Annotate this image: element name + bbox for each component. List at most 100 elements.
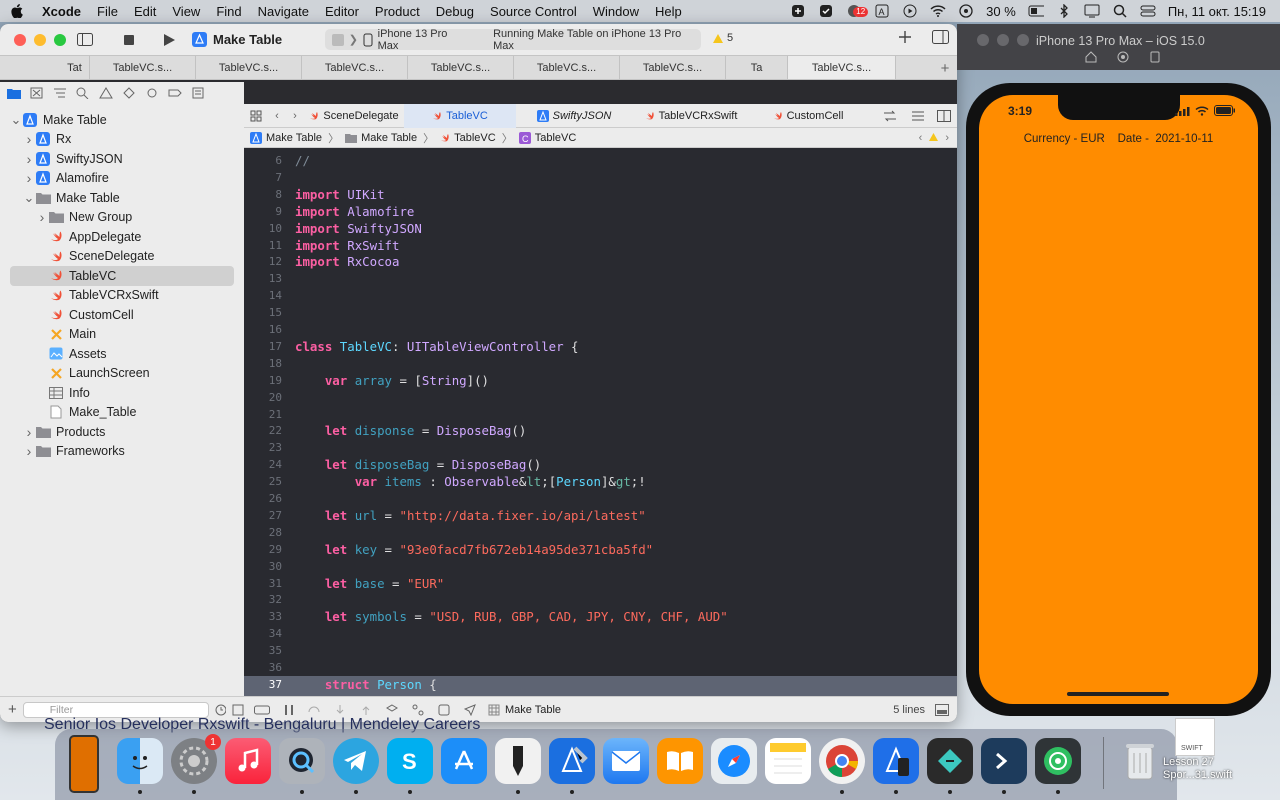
- code-line[interactable]: 13: [244, 270, 957, 287]
- disclosure-expanded-icon[interactable]: ⌄: [10, 112, 22, 128]
- navigator-item-make-table-group[interactable]: ⌄ Make Table: [0, 188, 236, 208]
- navigator-item-launch-screen-file[interactable]: LaunchScreen: [0, 364, 236, 384]
- terminal-app-icon[interactable]: [981, 738, 1027, 784]
- menu-file[interactable]: File: [89, 4, 126, 19]
- code-line[interactable]: 18: [244, 355, 957, 372]
- close-window-button[interactable]: [14, 33, 26, 46]
- git-client-icon[interactable]: [927, 738, 973, 784]
- disclosure-collapsed-icon[interactable]: ›: [23, 151, 35, 167]
- system-preferences-icon[interactable]: 1: [171, 734, 221, 784]
- report-navigator-icon[interactable]: [191, 87, 205, 99]
- bluetooth-icon[interactable]: [1056, 3, 1072, 19]
- chrome-icon[interactable]: [819, 738, 865, 784]
- add-tab-icon[interactable]: +: [933, 56, 957, 80]
- code-line[interactable]: 29 let key = "93e0facd7fb672eb14a95de371…: [244, 541, 957, 558]
- music-icon[interactable]: [225, 738, 271, 784]
- inspector-toggle-icon[interactable]: [932, 30, 949, 44]
- sidebar-toggle-icon[interactable]: [70, 33, 100, 46]
- menu-find[interactable]: Find: [208, 4, 249, 19]
- iphone-screen[interactable]: 3:19 Currency - EUR Date - 2021-10-11: [979, 95, 1258, 704]
- menu-app-name[interactable]: Xcode: [34, 4, 89, 19]
- console-toggle-icon[interactable]: [935, 703, 949, 716]
- find-my-icon[interactable]: [1035, 738, 1081, 784]
- code-editor[interactable]: 6 // 7 8 import UIKit 9 import Alamofire 10 impo…: [244, 148, 957, 696]
- grid-icon[interactable]: [244, 104, 268, 128]
- navigator-item-app-delegate-file[interactable]: AppDelegate: [0, 227, 236, 247]
- menu-window[interactable]: Window: [585, 4, 647, 19]
- navigator-item-products-group[interactable]: › Products: [0, 422, 236, 442]
- source-control-icon[interactable]: [30, 87, 44, 99]
- back-arrow-icon[interactable]: ‹: [268, 104, 286, 128]
- input-source-icon[interactable]: A: [874, 3, 890, 19]
- code-line[interactable]: 22 let disponse = DisposeBag(): [244, 422, 957, 439]
- breadcrumb-item[interactable]: Make Table: [266, 132, 322, 144]
- menu-source-control[interactable]: Source Control: [482, 4, 585, 19]
- code-line[interactable]: 11 import RxSwift: [244, 237, 957, 254]
- editor-tab[interactable]: TableVCRxSwift: [632, 104, 750, 128]
- navigator-item-swiftyjson-project[interactable]: › SwiftyJSON: [0, 149, 236, 169]
- search-icon[interactable]: [1112, 3, 1128, 19]
- safari-icon[interactable]: [711, 738, 757, 784]
- checkmark-icon[interactable]: [818, 3, 834, 19]
- notes-icon[interactable]: [765, 738, 811, 784]
- minimize-window-button[interactable]: [34, 33, 46, 46]
- notification-icon[interactable]: 12: [846, 3, 869, 19]
- swift-file-thumbnail[interactable]: SWIFT: [1175, 718, 1215, 756]
- skype-icon[interactable]: S: [387, 738, 433, 784]
- navigator-item-frameworks-group[interactable]: › Frameworks: [0, 442, 236, 462]
- editor-tab-active[interactable]: TableVC: [404, 103, 516, 128]
- navigator-item-custom-cell-file[interactable]: CustomCell: [0, 305, 236, 325]
- issue-stepper[interactable]: ‹ ›: [919, 132, 949, 144]
- breadcrumb-item[interactable]: Make Table: [361, 132, 417, 144]
- code-line[interactable]: 26: [244, 490, 957, 507]
- symbol-navigator-icon[interactable]: [53, 87, 67, 99]
- warnings-indicator[interactable]: 5: [712, 32, 733, 44]
- apple-menu-icon[interactable]: [0, 4, 34, 18]
- code-line[interactable]: 23: [244, 439, 957, 456]
- code-line[interactable]: 12 import RxCocoa: [244, 253, 957, 270]
- play-icon[interactable]: [902, 3, 918, 19]
- scheme-selector[interactable]: Make Table: [192, 32, 282, 47]
- disclosure-expanded-icon[interactable]: ⌄: [23, 190, 35, 206]
- hide-debug-area-icon[interactable]: [254, 704, 270, 716]
- debug-navigator-icon[interactable]: [145, 87, 159, 99]
- add-library-icon[interactable]: [898, 30, 912, 44]
- window-tab[interactable]: TableVC.s...: [514, 56, 620, 79]
- quicktime-icon[interactable]: [279, 738, 325, 784]
- code-line[interactable]: 30: [244, 558, 957, 575]
- books-icon[interactable]: [657, 738, 703, 784]
- mail-icon[interactable]: [603, 738, 649, 784]
- navigator-item-main-storyboard-file[interactable]: Main: [0, 325, 236, 345]
- window-tab[interactable]: TableVC.s...: [620, 56, 726, 79]
- menu-help[interactable]: Help: [647, 4, 690, 19]
- wifi-icon[interactable]: [930, 3, 946, 19]
- window-tab[interactable]: TableVC.s...: [90, 56, 196, 79]
- zoom-window-button[interactable]: [54, 33, 66, 46]
- run-button[interactable]: [154, 33, 184, 47]
- source-control-filter-icon[interactable]: [232, 704, 244, 716]
- navigator-item-tablevc-file[interactable]: TableVC: [10, 266, 234, 286]
- editor-tab[interactable]: SwiftyJSON: [516, 104, 632, 128]
- code-line[interactable]: 7: [244, 169, 957, 186]
- screenshot-icon[interactable]: [1117, 51, 1129, 63]
- telegram-icon[interactable]: [333, 738, 379, 784]
- disclosure-collapsed-icon[interactable]: ›: [36, 209, 48, 225]
- window-tab[interactable]: TableVC.s...: [302, 56, 408, 79]
- code-line[interactable]: 32: [244, 591, 957, 608]
- control-center-icon[interactable]: [1140, 3, 1156, 19]
- navigator-item-alamofire-project[interactable]: › Alamofire: [0, 169, 236, 189]
- navigator-item-scene-delegate-file[interactable]: SceneDelegate: [0, 247, 236, 267]
- code-line[interactable]: 37 struct Person {: [244, 675, 957, 693]
- memory-graph-icon[interactable]: [412, 704, 424, 716]
- step-out-icon[interactable]: [360, 704, 372, 716]
- navigator-item-new-group[interactable]: › New Group: [0, 208, 236, 228]
- window-tab[interactable]: TableVC.s...: [408, 56, 514, 79]
- simulator-icon[interactable]: [873, 738, 919, 784]
- find-navigator-icon[interactable]: [76, 87, 90, 99]
- view-hierarchy-icon[interactable]: [386, 703, 398, 716]
- finder-icon[interactable]: [117, 738, 163, 784]
- simulator-window-thumbnail[interactable]: [69, 735, 99, 793]
- navigator-item-assets-file[interactable]: Assets: [0, 344, 236, 364]
- desktop-file-label[interactable]: Lesson 27 Spor...31.swift: [1163, 756, 1232, 782]
- step-in-icon[interactable]: [334, 704, 346, 716]
